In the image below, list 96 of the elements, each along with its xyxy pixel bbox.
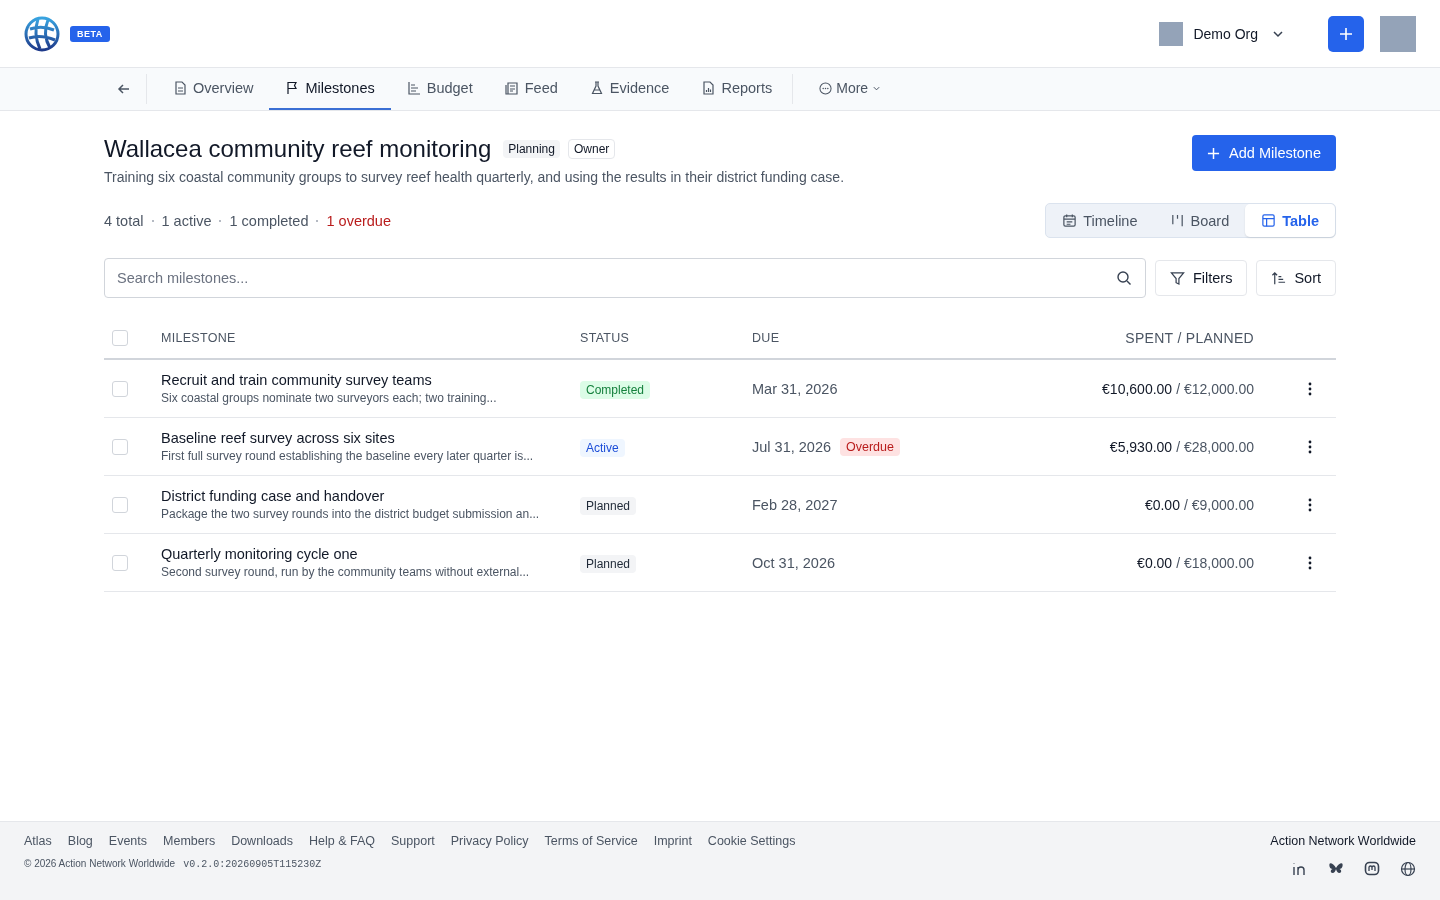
row-checkbox[interactable]	[112, 438, 128, 455]
footer-link[interactable]: Help & FAQ	[309, 834, 375, 848]
footer-brand: Action Network Worldwide	[1270, 834, 1416, 848]
milestone-title[interactable]: Quarterly monitoring cycle one	[161, 546, 580, 562]
overdue-badge: Overdue	[840, 437, 900, 456]
avatar[interactable]	[1380, 15, 1416, 52]
project-description: Training six coastal community groups to survey reef health quarterly, and using the results in their district funding case.	[104, 169, 845, 185]
more-circle-icon	[819, 81, 833, 95]
milestone-title[interactable]: Baseline reef survey across six sites	[161, 430, 580, 446]
bar-list-icon	[406, 81, 421, 95]
spent-amount: €0.00	[1137, 554, 1173, 571]
flask-icon	[589, 81, 604, 95]
add-milestone-button[interactable]: Add Milestone	[1192, 135, 1336, 171]
copyright: © 2026 Action Network Worldwide	[24, 858, 176, 869]
add-button[interactable]	[1328, 15, 1364, 52]
select-all-checkbox[interactable]	[112, 330, 128, 346]
org-switcher[interactable]: Demo Org	[1159, 21, 1284, 46]
status-badge: Planned	[580, 554, 637, 573]
globe-icon[interactable]	[1400, 861, 1416, 877]
planned-amount: / €28,000.00	[1176, 438, 1254, 455]
row-checkbox[interactable]	[112, 380, 128, 397]
view-tab[interactable]: Table	[1245, 204, 1335, 237]
due-date: Mar 31, 2026	[752, 380, 838, 397]
footer-link[interactable]: Terms of Service	[544, 834, 638, 848]
more-icon[interactable]	[1308, 381, 1312, 396]
summary-count: 1 completed	[229, 212, 309, 229]
summary-count: 4 total	[104, 212, 144, 229]
column-header: DUE	[752, 331, 780, 345]
view-tab[interactable]: Timeline	[1046, 204, 1154, 237]
planned-amount: / €18,000.00	[1176, 554, 1254, 571]
search-icon	[1115, 270, 1132, 286]
nav-tab[interactable]: Reports	[685, 68, 789, 110]
sort-icon	[1271, 270, 1287, 286]
search-field[interactable]: Search milestones...	[104, 258, 1146, 298]
footer-link[interactable]: Events	[108, 834, 148, 848]
footer-link[interactable]: Privacy Policy	[450, 834, 529, 848]
milestone-title[interactable]: Recruit and train community survey teams	[161, 372, 580, 388]
due-date: Feb 28, 2027	[752, 496, 838, 513]
milestone-description: First full survey round establishing the baseline every later quarter is...	[161, 449, 535, 463]
plus-icon	[1207, 146, 1221, 160]
newspaper-icon	[504, 81, 519, 95]
sort-button[interactable]: Sort	[1256, 260, 1336, 296]
nav-tab[interactable]: Evidence	[573, 68, 686, 110]
footer-link[interactable]: Downloads	[231, 834, 293, 848]
footer-link[interactable]: Support	[391, 834, 435, 848]
version: v0.2.0:20260905T115230Z	[183, 859, 322, 870]
due-date: Jul 31, 2026	[752, 438, 831, 455]
more-icon[interactable]	[1308, 439, 1312, 454]
flag-icon	[285, 81, 300, 95]
nav-tab[interactable]: Milestones	[269, 68, 391, 110]
project-tag: Planning	[503, 140, 560, 158]
more-icon[interactable]	[1308, 497, 1312, 512]
spent-amount: €0.00	[1144, 496, 1180, 513]
beta-badge: BETA	[70, 25, 110, 42]
status-badge: Completed	[580, 380, 651, 399]
more-icon[interactable]	[1308, 555, 1312, 570]
spent-amount: €10,600.00	[1102, 380, 1173, 397]
globe-logo[interactable]	[24, 15, 60, 52]
milestone-title[interactable]: District funding case and handover	[161, 488, 580, 504]
planned-amount: / €12,000.00	[1176, 380, 1254, 397]
milestone-description: Six coastal groups nominate two surveyors each; two training...	[161, 391, 498, 405]
footer-link[interactable]: Cookie Settings	[707, 834, 796, 848]
project-title: Wallacea community reef monitoring	[104, 135, 492, 163]
view-tab[interactable]: Board	[1153, 204, 1246, 237]
summary-count: 1 active	[161, 212, 212, 229]
nav-tab[interactable]: Feed	[488, 68, 574, 110]
calendar-icon	[1062, 213, 1078, 228]
summary-count: 1 overdue	[326, 212, 391, 229]
column-header: MILESTONE	[161, 331, 236, 345]
table-icon	[1261, 213, 1277, 228]
nav-tab[interactable]: Overview	[157, 68, 270, 110]
due-date: Oct 31, 2026	[752, 554, 836, 571]
milestone-description: Package the two survey rounds into the district budget submission an...	[161, 507, 541, 521]
column-header: STATUS	[580, 331, 630, 345]
footer-link[interactable]: Blog	[67, 834, 93, 848]
document-icon	[173, 81, 187, 95]
status-badge: Planned	[580, 496, 637, 515]
footer-link[interactable]: Imprint	[653, 834, 692, 848]
report-icon	[701, 81, 716, 95]
plus-icon	[1339, 26, 1353, 41]
filters-button[interactable]: Filters	[1154, 260, 1248, 296]
more-menu[interactable]: More	[803, 68, 898, 110]
row-checkbox[interactable]	[112, 554, 128, 571]
planned-amount: / €9,000.00	[1183, 496, 1254, 513]
project-tag: Owner	[568, 139, 616, 159]
mastodon-icon[interactable]	[1364, 861, 1380, 877]
footer-link[interactable]: Members	[163, 834, 216, 848]
column-header: SPENT / PLANNED	[1125, 330, 1254, 346]
filter-icon	[1169, 270, 1185, 286]
nav-tab[interactable]: Budget	[390, 68, 489, 110]
spent-amount: €5,930.00	[1109, 438, 1173, 455]
columns-icon	[1169, 213, 1185, 228]
status-badge: Active	[580, 438, 625, 457]
footer-link[interactable]: Atlas	[24, 834, 52, 848]
milestone-description: Second survey round, run by the community teams without external...	[161, 565, 531, 579]
row-checkbox[interactable]	[112, 496, 128, 513]
